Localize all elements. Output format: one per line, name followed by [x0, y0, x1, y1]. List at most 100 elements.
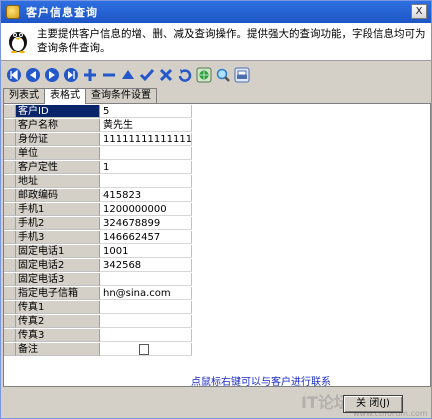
app-icon	[6, 5, 20, 19]
row-indicator[interactable]	[4, 217, 16, 230]
memo-icon[interactable]	[139, 344, 149, 355]
title-bar[interactable]: 客户信息查询 X	[1, 1, 431, 23]
field-row[interactable]: 邮政编码 415823	[4, 189, 192, 202]
field-label: 备注	[16, 343, 100, 356]
field-label: 指定电子信箱	[16, 287, 100, 300]
field-value[interactable]	[100, 175, 192, 188]
field-label: 客户ID	[16, 105, 100, 118]
row-indicator[interactable]	[4, 287, 16, 300]
field-label: 固定电话2	[16, 259, 100, 272]
row-indicator[interactable]	[4, 343, 16, 356]
row-indicator[interactable]	[4, 133, 16, 146]
field-row[interactable]: 备注	[4, 343, 192, 356]
field-row[interactable]: 指定电子信箱 hn@sina.com	[4, 287, 192, 300]
row-indicator[interactable]	[4, 119, 16, 132]
field-row[interactable]: 手机3 146662457	[4, 231, 192, 244]
first-record-button[interactable]	[5, 66, 23, 84]
field-label: 传真1	[16, 301, 100, 314]
field-row[interactable]: 地址	[4, 175, 192, 188]
last-record-button[interactable]	[62, 66, 80, 84]
refresh-button[interactable]	[176, 66, 194, 84]
row-indicator[interactable]	[4, 259, 16, 272]
print-button[interactable]	[233, 66, 251, 84]
field-value[interactable]	[100, 147, 192, 160]
field-row[interactable]: 单位	[4, 147, 192, 160]
field-row[interactable]: 身份证11111111111111111	[4, 133, 192, 146]
field-label: 单位	[16, 147, 100, 160]
row-indicator[interactable]	[4, 203, 16, 216]
tab-query-settings[interactable]: 查询条件设置	[85, 88, 157, 103]
print-icon	[234, 67, 250, 83]
post-button[interactable]	[138, 66, 156, 84]
field-value[interactable]: 324678899	[100, 217, 192, 230]
field-row[interactable]: 固定电话2 342568	[4, 259, 192, 272]
field-value[interactable]	[100, 273, 192, 286]
find-button[interactable]	[214, 66, 232, 84]
refresh-icon	[178, 69, 192, 82]
field-value[interactable]: 146662457	[100, 231, 192, 244]
field-value[interactable]: 1001	[100, 245, 192, 258]
field-value[interactable]	[100, 301, 192, 314]
row-indicator[interactable]	[4, 301, 16, 314]
field-label: 固定电话3	[16, 273, 100, 286]
navigator-toolbar	[5, 64, 252, 86]
field-label: 手机1	[16, 203, 100, 216]
field-value[interactable]	[100, 315, 192, 328]
record-grid: 客户ID5客户名称黄先生身份证11111111111111111单位客户定性1地…	[3, 103, 431, 387]
row-indicator[interactable]	[4, 231, 16, 244]
field-row[interactable]: 固定电话1 1001	[4, 245, 192, 258]
next-record-button[interactable]	[43, 66, 61, 84]
cancel-button[interactable]	[157, 66, 175, 84]
window-title: 客户信息查询	[26, 6, 98, 19]
field-row[interactable]: 传真3	[4, 329, 192, 342]
row-indicator[interactable]	[4, 175, 16, 188]
prior-record-button[interactable]	[24, 66, 42, 84]
field-row[interactable]: 手机1 1200000000	[4, 203, 192, 216]
last-icon	[64, 68, 78, 82]
field-row[interactable]: 客户定性 1	[4, 161, 192, 174]
edit-button[interactable]	[119, 66, 137, 84]
row-indicator[interactable]	[4, 161, 16, 174]
field-value[interactable]: 1200000000	[100, 203, 192, 216]
close-button[interactable]: 关 闭(J)	[343, 395, 403, 413]
field-label: 固定电话1	[16, 245, 100, 258]
plus-icon	[84, 69, 96, 81]
delete-button[interactable]	[100, 66, 118, 84]
minus-icon	[103, 73, 115, 77]
tab-list-view[interactable]: 列表式	[3, 88, 45, 103]
field-row[interactable]: 客户名称 黄先生	[4, 119, 192, 132]
prior-icon	[26, 68, 40, 82]
field-row[interactable]: 手机2 324678899	[4, 217, 192, 230]
tab-grid-view[interactable]: 表格式	[44, 88, 86, 104]
row-indicator[interactable]	[4, 273, 16, 286]
field-row[interactable]: 传真1	[4, 301, 192, 314]
header-panel: 主要提供客户信息的增、删、减及查询操作。提供强大的查询功能，字段信息均可为查询条…	[1, 23, 431, 61]
search-button[interactable]	[195, 66, 213, 84]
first-icon	[7, 68, 21, 82]
window-close-button[interactable]: X	[411, 4, 427, 19]
field-value[interactable]: 5	[100, 105, 192, 118]
row-indicator[interactable]	[4, 189, 16, 202]
row-indicator[interactable]	[4, 245, 16, 258]
field-value[interactable]: hn@sina.com	[100, 287, 192, 300]
field-value[interactable]: 342568	[100, 259, 192, 272]
row-indicator[interactable]	[4, 329, 16, 342]
insert-button[interactable]	[81, 66, 99, 84]
row-indicator[interactable]	[4, 315, 16, 328]
field-value[interactable]: 11111111111111111	[100, 133, 192, 146]
field-row[interactable]: 客户ID 5	[4, 105, 192, 118]
row-indicator[interactable]	[4, 147, 16, 160]
field-row[interactable]: 固定电话3	[4, 273, 192, 286]
x-icon	[159, 68, 173, 82]
field-label: 手机3	[16, 231, 100, 244]
row-indicator[interactable]	[4, 105, 16, 118]
field-value[interactable]: 黄先生	[100, 119, 192, 132]
field-label: 身份证	[16, 133, 100, 146]
field-value[interactable]	[100, 329, 192, 342]
field-label: 手机2	[16, 217, 100, 230]
field-value[interactable]: 1	[100, 161, 192, 174]
customer-query-window: 客户信息查询 X 主要提供客户信息的增、删、减及查询操作。提供强大的查询功能，字…	[0, 0, 432, 419]
field-value[interactable]: 415823	[100, 189, 192, 202]
field-row[interactable]: 传真2	[4, 315, 192, 328]
up-triangle-icon	[122, 70, 134, 79]
